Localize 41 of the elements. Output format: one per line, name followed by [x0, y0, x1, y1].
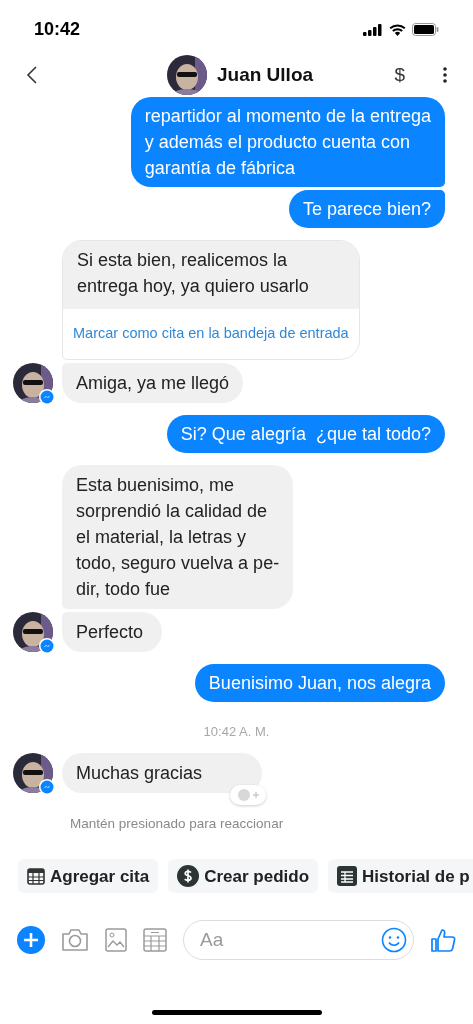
- contact-avatar: [13, 611, 53, 652]
- camera-icon[interactable]: [61, 928, 89, 953]
- back-icon[interactable]: [26, 65, 38, 85]
- contact-avatar: [167, 55, 207, 95]
- quick-reply-button[interactable]: Historial de p: [328, 859, 473, 894]
- image-icon[interactable]: [105, 928, 127, 953]
- sent-message: Si? Que alegría ¿que tal todo?: [166, 414, 445, 453]
- messenger-badge-icon: [39, 637, 55, 654]
- message-input[interactable]: Aa: [200, 926, 381, 955]
- received-message: Esta buenisimo, me sorprendió la calidad de el material, la letras y todo, seguro vuelva a pe- dir, todo fue: [62, 464, 294, 609]
- add-icon[interactable]: [17, 926, 45, 955]
- contact-avatar: [13, 753, 53, 794]
- message-timestamp: 10:42 A. M.: [203, 722, 270, 741]
- sent-message: Buenisimo Juan, nos alegra: [194, 663, 445, 702]
- signal-icon: [363, 23, 383, 36]
- sent-message: Te parece bien?: [288, 190, 445, 228]
- reaction-hint: Mantén presionado para reaccionar: [70, 816, 284, 832]
- emoji-icon[interactable]: [381, 927, 407, 954]
- wifi-icon: [389, 23, 406, 36]
- contact-name: Juan Ulloa: [217, 62, 314, 87]
- contact-avatar: [13, 362, 53, 403]
- more-icon[interactable]: [443, 67, 447, 83]
- smiley-plus-icon: [236, 788, 261, 803]
- payment-button[interactable]: $: [394, 60, 405, 90]
- received-message: Perfecto: [62, 611, 162, 652]
- battery-icon: [412, 23, 439, 36]
- list-icon: [337, 866, 358, 887]
- received-message: Amiga, ya me llegó: [62, 362, 244, 403]
- messenger-badge-icon: [39, 388, 55, 405]
- quick-reply-button[interactable]: Crear pedido: [168, 859, 319, 894]
- dollar-icon: [177, 865, 200, 888]
- like-icon[interactable]: [430, 927, 456, 954]
- messenger-badge-icon: [39, 779, 55, 796]
- table-icon[interactable]: [143, 928, 167, 953]
- received-message: Muchas gracias: [62, 753, 263, 794]
- sent-message: repartidor al momento de la entrega y además el producto cuenta con garantía de fábrica: [130, 97, 445, 187]
- mark-as-quote-link[interactable]: Marcar como cita en la bandeja de entrada: [63, 309, 359, 359]
- calendar-icon: [27, 867, 45, 886]
- quick-reply-button[interactable]: Agregar cita: [18, 859, 159, 894]
- status-time: 10:42: [34, 18, 81, 41]
- received-message: Si esta bien, realicemos la entrega hoy, ya quiero usarlo: [63, 241, 359, 309]
